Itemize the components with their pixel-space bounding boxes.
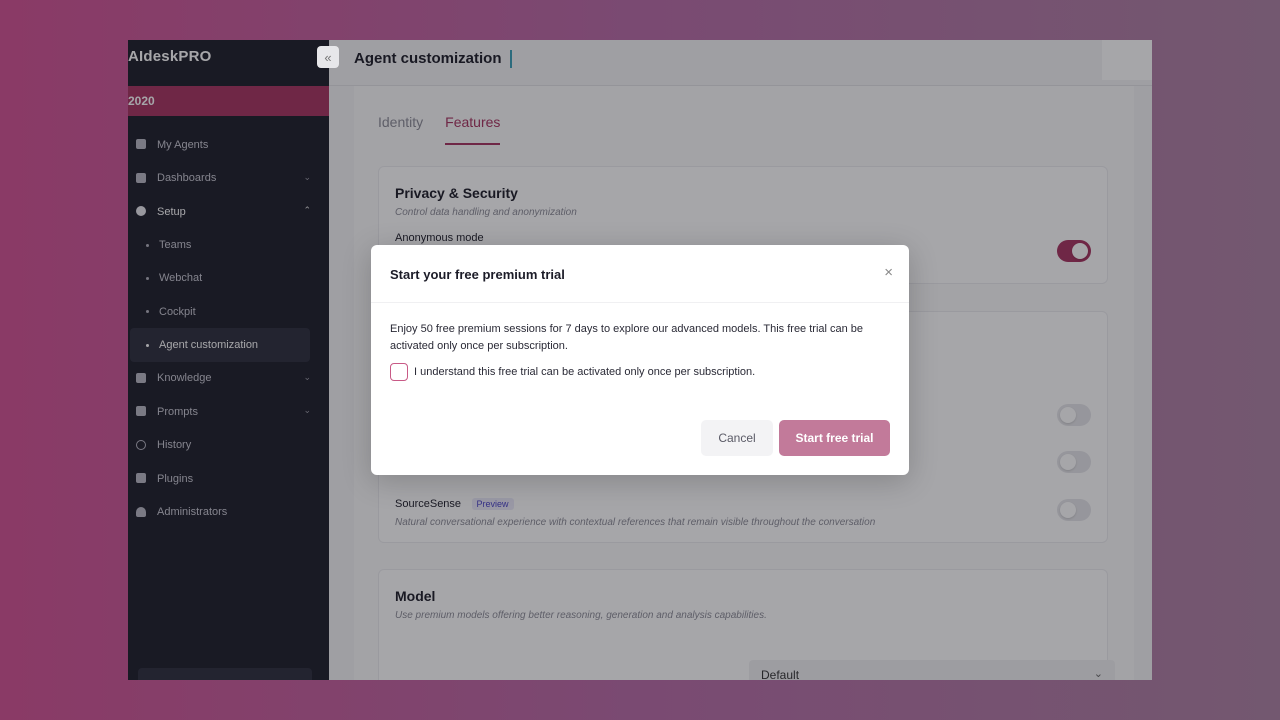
dialog-title: Start your free premium trial	[390, 267, 565, 282]
app-window: AIdeskPRO 2020 My Agents Dashboards ⌄ Se…	[128, 40, 1152, 680]
acknowledge-checkbox-row[interactable]: I understand this free trial can be acti…	[390, 363, 755, 381]
start-free-trial-button[interactable]: Start free trial	[779, 420, 890, 456]
cancel-button[interactable]: Cancel	[701, 420, 773, 456]
dialog-body-text: Enjoy 50 free premium sessions for 7 day…	[390, 323, 864, 352]
free-trial-dialog: Start your free premium trial × Enjoy 50…	[371, 245, 909, 475]
close-icon[interactable]: ×	[884, 264, 893, 281]
acknowledge-checkbox[interactable]	[390, 363, 408, 381]
dialog-divider	[371, 302, 909, 303]
acknowledge-checkbox-label[interactable]: I understand this free trial can be acti…	[414, 366, 755, 378]
collapse-sidebar-button[interactable]: «	[317, 46, 339, 68]
